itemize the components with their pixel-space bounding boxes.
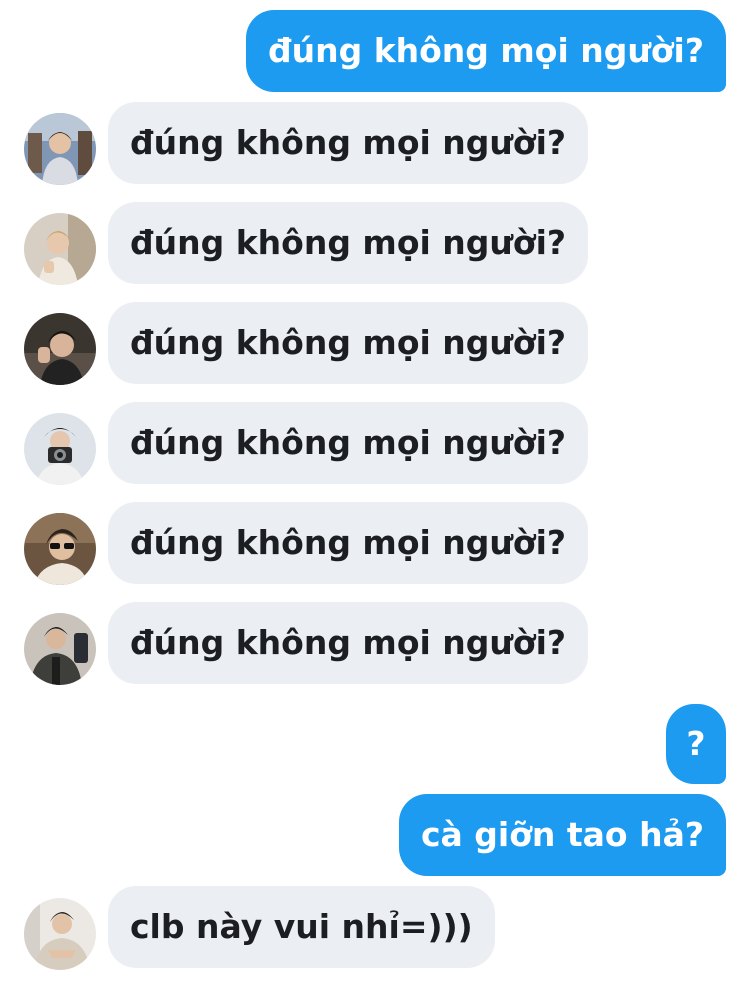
received-message-bubble[interactable]: đúng không mọi người? bbox=[108, 602, 589, 684]
user-avatar[interactable] bbox=[24, 213, 96, 285]
sent-message-bubble[interactable]: ? bbox=[666, 704, 726, 784]
user-avatar[interactable] bbox=[24, 313, 96, 385]
user-avatar[interactable] bbox=[24, 613, 96, 685]
avatar-photo-icon bbox=[24, 313, 96, 385]
user-avatar[interactable] bbox=[24, 513, 96, 585]
received-message-bubble[interactable]: đúng không mọi người? bbox=[108, 402, 589, 484]
received-message-bubble[interactable]: clb này vui nhỉ=))) bbox=[108, 886, 495, 968]
user-avatar[interactable] bbox=[24, 113, 96, 185]
avatar-photo-icon bbox=[24, 898, 96, 970]
avatar-photo-icon bbox=[24, 213, 96, 285]
sent-message-bubble[interactable]: cà giỡn tao hả? bbox=[398, 794, 726, 876]
sent-message-bubble[interactable]: đúng không mọi người? bbox=[245, 10, 726, 92]
user-avatar[interactable] bbox=[24, 413, 96, 485]
received-message-bubble[interactable]: đúng không mọi người? bbox=[108, 202, 589, 284]
received-message-bubble[interactable]: đúng không mọi người? bbox=[108, 302, 589, 384]
avatar-photo-icon bbox=[24, 513, 96, 585]
avatar-photo-icon bbox=[24, 413, 96, 485]
avatar-photo-icon bbox=[24, 613, 96, 685]
user-avatar[interactable] bbox=[24, 898, 96, 970]
received-message-bubble[interactable]: đúng không mọi người? bbox=[108, 502, 589, 584]
avatar-photo-icon bbox=[24, 113, 96, 185]
received-message-bubble[interactable]: đúng không mọi người? bbox=[108, 102, 589, 184]
